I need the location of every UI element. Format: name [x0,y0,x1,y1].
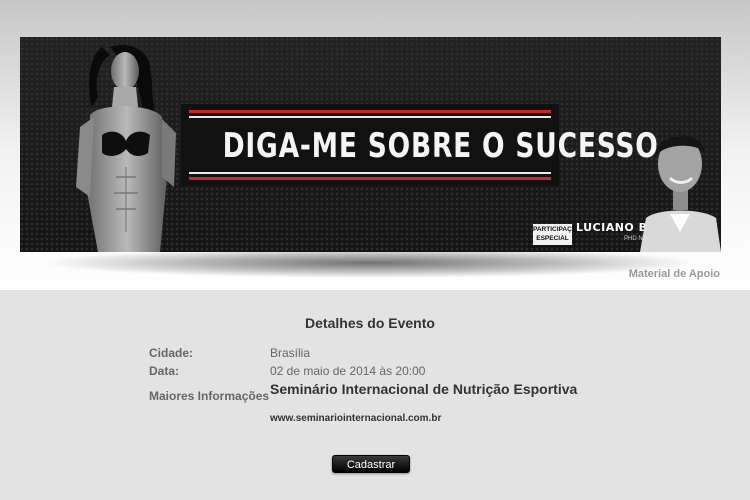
event-banner: DIGA-ME SOBRE O SUCESSO PARTICIPAÇÃO ESP… [20,37,721,252]
special-participation-tag: PARTICIPAÇÃO ESPECIAL [533,224,582,245]
banner-title-box: DIGA-ME SOBRE O SUCESSO [181,104,659,186]
title-stripe-red-top [189,110,551,113]
guest-photo [640,135,721,252]
event-details-title: Detalhes do Evento [305,315,435,331]
city-label: Cidade: [149,346,194,360]
title-stripe-white-bottom [189,172,551,174]
title-stripe-red-bottom [189,177,551,180]
special-tag-line1: PARTICIPAÇÃO [533,226,582,233]
register-button[interactable]: Cadastrar [332,455,410,473]
city-value: Brasília [270,346,311,360]
athlete-photo [76,45,176,252]
banner-title: DIGA-ME SOBRE O SUCESSO [222,126,659,166]
date-value: 02 de maio de 2014 às 20:00 [270,364,426,378]
event-name: Seminário Internacional de Nutrição Espo… [270,381,578,397]
support-material-link[interactable]: Material de Apoio [629,268,720,280]
banner-shadow [40,248,700,278]
title-stripe-white-top [189,116,551,118]
more-info-label: Maiores Informações [149,389,270,403]
event-url: www.seminariointernacional.com.br [270,413,442,424]
date-label: Data: [149,364,180,378]
special-tag-line2: ESPECIAL [536,235,569,242]
